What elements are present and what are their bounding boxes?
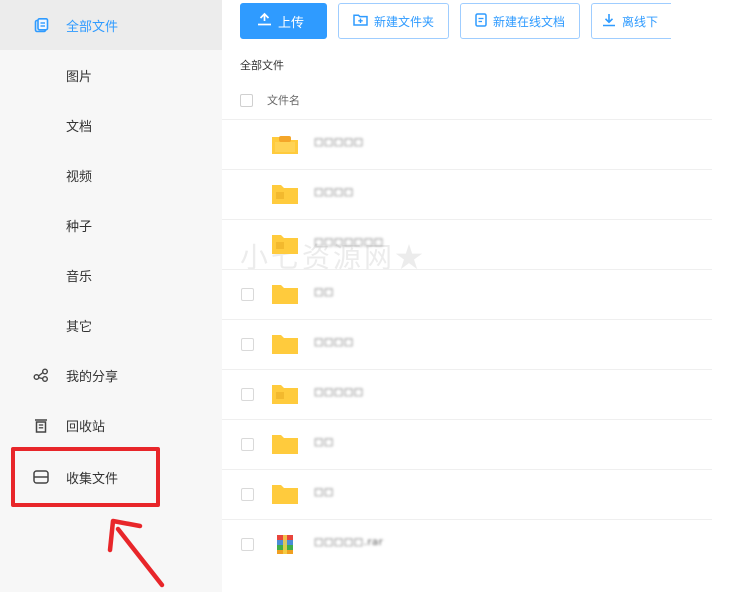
file-row[interactable]: □□□□□□□ [222, 219, 712, 269]
offline-download-label: 离线下 [622, 14, 659, 29]
offline-download-button[interactable]: 离线下 [591, 3, 672, 39]
file-row[interactable]: □□□□ [222, 169, 712, 219]
file-name[interactable]: □□□□□ [314, 387, 364, 398]
row-checkbox[interactable] [241, 338, 254, 351]
row-checkbox[interactable] [241, 288, 254, 301]
toolbar: 上传 新建文件夹 新建在线文档 离线下 [240, 3, 672, 41]
upload-button[interactable]: 上传 [240, 3, 328, 39]
download-icon [602, 13, 616, 30]
file-name[interactable]: □□□□□.rar [314, 537, 383, 548]
new-online-doc-button[interactable]: 新建在线文档 [460, 3, 581, 39]
sidebar-item-music[interactable]: 音乐 [0, 250, 222, 300]
highlight-box [11, 447, 160, 507]
file-name[interactable]: □□ [314, 487, 334, 498]
sidebar-item-other[interactable]: 其它 [0, 300, 222, 350]
file-row[interactable]: □□ [222, 419, 712, 469]
folder-icon [272, 485, 298, 504]
sidebar-item-label: 图片 [66, 69, 93, 85]
sidebar-item-label: 音乐 [66, 269, 93, 285]
folder-icon [272, 335, 298, 354]
row-checkbox[interactable] [241, 388, 254, 401]
upload-icon [257, 12, 272, 30]
file-name[interactable]: □□□□□ [314, 137, 364, 148]
new-folder-button[interactable]: 新建文件夹 [338, 3, 450, 39]
share-icon [33, 367, 49, 383]
sidebar-item-label: 种子 [66, 219, 93, 235]
sidebar-item-label: 其它 [66, 319, 93, 335]
file-row[interactable]: □□ [222, 269, 712, 319]
file-name[interactable]: □□□□□□□ [314, 237, 384, 248]
sidebar-item-label: 文档 [66, 119, 93, 135]
list-header: 文件名 [240, 88, 300, 112]
sidebar-item-images[interactable]: 图片 [0, 50, 222, 100]
file-row[interactable]: □□□□ [222, 319, 712, 369]
sidebar-item-label: 全部文件 [66, 19, 119, 35]
folder-icon [272, 185, 298, 204]
folder-icon [272, 435, 298, 454]
file-name[interactable]: □□ [314, 437, 334, 448]
row-checkbox[interactable] [241, 438, 254, 451]
file-name[interactable]: □□□□ [314, 337, 354, 348]
red-arrow-icon [107, 518, 165, 588]
sidebar-item-label: 视频 [66, 169, 93, 185]
archive-icon [277, 535, 293, 554]
sidebar-item-label: 回收站 [66, 419, 106, 435]
file-name[interactable]: □□□□ [314, 187, 354, 198]
file-name[interactable]: □□ [314, 287, 334, 298]
sidebar-item-documents[interactable]: 文档 [0, 100, 222, 150]
trash-icon [33, 417, 49, 433]
row-checkbox[interactable] [241, 538, 254, 551]
sidebar-item-label: 我的分享 [66, 369, 119, 385]
row-checkbox[interactable] [241, 488, 254, 501]
sidebar-item-videos[interactable]: 视频 [0, 150, 222, 200]
breadcrumb[interactable]: 全部文件 [240, 57, 284, 73]
sidebar-item-recycle-bin[interactable]: 回收站 [0, 400, 222, 450]
special-folder-icon [272, 136, 298, 154]
new-folder-icon [353, 13, 368, 29]
upload-label: 上传 [278, 15, 305, 31]
all-files-icon [33, 17, 49, 33]
new-folder-label: 新建文件夹 [374, 14, 435, 29]
new-online-doc-label: 新建在线文档 [493, 14, 566, 29]
file-row[interactable]: □□□□□.rar [222, 519, 712, 569]
sidebar-item-my-shares[interactable]: 我的分享 [0, 350, 222, 400]
column-header-filename[interactable]: 文件名 [267, 92, 300, 108]
document-icon [475, 12, 487, 30]
sidebar-item-torrents[interactable]: 种子 [0, 200, 222, 250]
file-row[interactable]: □□□□□ [222, 119, 712, 169]
select-all-checkbox[interactable] [240, 93, 253, 107]
file-row[interactable]: □□ [222, 469, 712, 519]
sidebar-item-all-files[interactable]: 全部文件 [0, 0, 222, 50]
folder-icon [272, 385, 298, 404]
folder-icon [272, 285, 298, 304]
folder-icon [272, 235, 298, 254]
file-row[interactable]: □□□□□ [222, 369, 712, 419]
